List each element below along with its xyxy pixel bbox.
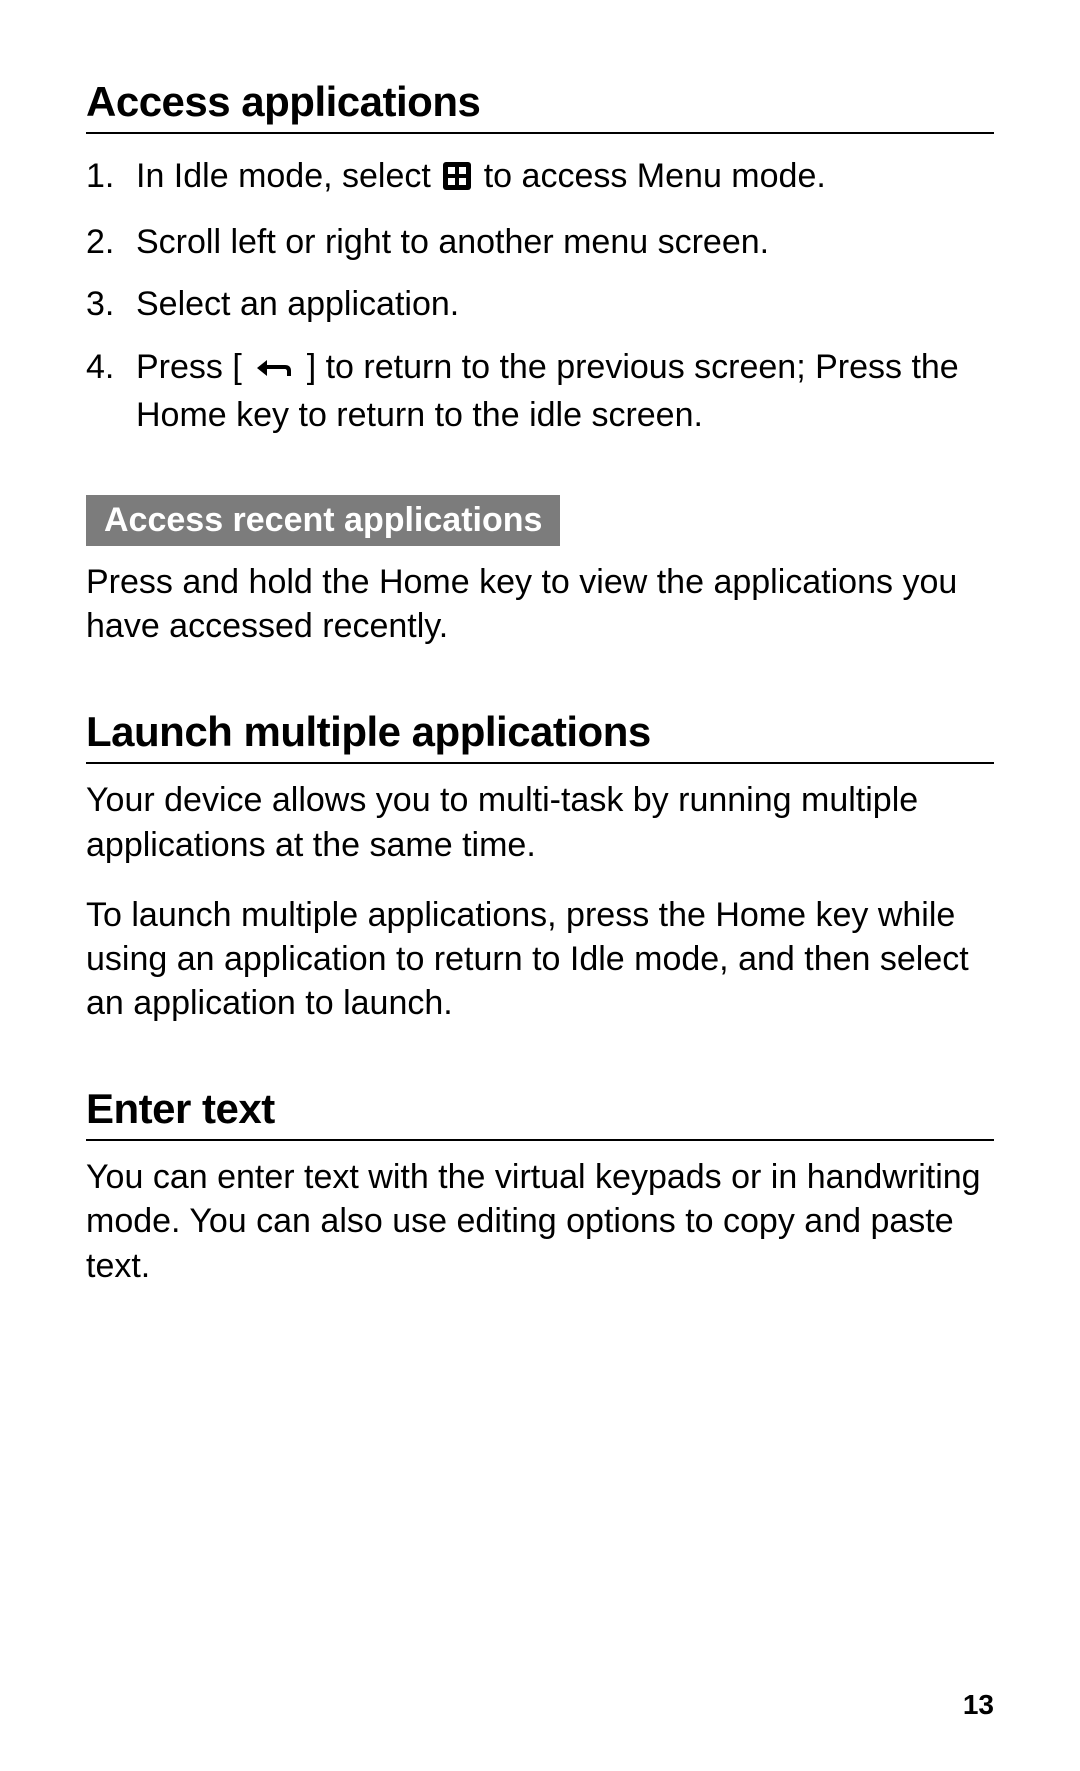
page-number: 13	[963, 1689, 994, 1721]
manual-page: Access applications In Idle mode, select…	[0, 0, 1080, 1771]
step-1-text-b: to access Menu mode.	[484, 157, 826, 195]
menu-grid-icon	[442, 158, 472, 202]
heading-enter-text: Enter text	[86, 1085, 994, 1141]
step-3: Select an application.	[86, 282, 994, 326]
step-1-text-a: In Idle mode, select	[136, 157, 440, 195]
sub-heading-recent-apps: Access recent applications	[86, 495, 560, 546]
step-2: Scroll left or right to another menu scr…	[86, 220, 994, 264]
launch-multiple-p2: To launch multiple applications, press t…	[86, 893, 994, 1026]
step-4: Press [ ] to return to the previous scre…	[86, 345, 994, 437]
recent-apps-text: Press and hold the Home key to view the …	[86, 560, 994, 648]
step-4-text-a: Press [	[136, 348, 242, 386]
enter-text-p1: You can enter text with the virtual keyp…	[86, 1155, 994, 1288]
heading-launch-multiple: Launch multiple applications	[86, 708, 994, 764]
heading-access-applications: Access applications	[86, 78, 994, 134]
step-1: In Idle mode, select to access Menu mode…	[86, 154, 994, 202]
access-applications-steps: In Idle mode, select to access Menu mode…	[86, 154, 994, 437]
launch-multiple-p1: Your device allows you to multi-task by …	[86, 778, 994, 866]
return-key-icon	[253, 349, 295, 393]
